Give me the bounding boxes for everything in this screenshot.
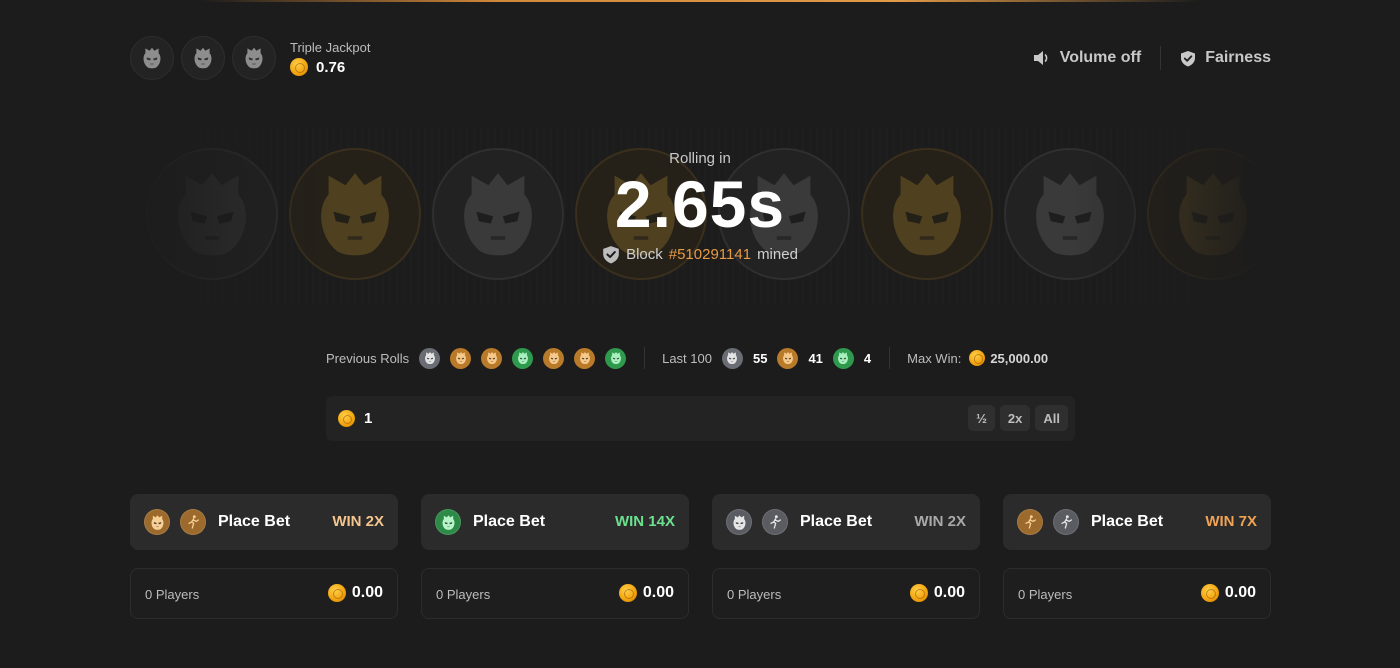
coin-icon [338, 410, 355, 427]
block-status: Block #510291141 mined [500, 245, 900, 264]
place-bet-green-button[interactable]: Place Bet WIN 14X [421, 494, 689, 550]
place-bet-label: Place Bet [218, 513, 291, 530]
last100-gray-icon [721, 347, 743, 369]
header-divider [1160, 46, 1162, 70]
roll-timer: 2.65s [614, 167, 786, 241]
terrorist-icon [1017, 509, 1043, 535]
half-bet-button[interactable]: ½ [968, 405, 995, 431]
place-bet-label: Place Bet [473, 513, 546, 530]
previous-roll-gray-icon [419, 347, 441, 369]
jackpot-mask-icon [181, 36, 225, 80]
jackpot-amount: 0.76 [290, 58, 345, 76]
bet-players-panel: 0 Players 0.00 [1003, 568, 1271, 619]
coin-icon [909, 584, 928, 602]
bet-amount-modifiers: ½ 2x All [968, 405, 1068, 431]
bet-total: 0.00 [1200, 584, 1256, 602]
counter-terrorist-icon [1053, 509, 1079, 535]
coin-icon [1200, 584, 1219, 602]
fairness-label: Fairness [1205, 49, 1271, 66]
terrorist-icon [180, 509, 206, 535]
bet-column-gold: Place Bet WIN 2X 0 Players 0.00 [130, 494, 398, 619]
place-bet-bait-button[interactable]: Place Bet WIN 7X [1003, 494, 1271, 550]
players-count: 0 Players [436, 587, 491, 602]
bet-players-panel: 0 Players 0.00 [421, 568, 689, 619]
previous-roll-gold-icon [450, 347, 472, 369]
bet-amount-field: ½ 2x All [326, 396, 1075, 441]
bet-players-panel: 0 Players 0.00 [712, 568, 980, 619]
previous-roll-gold-icon [543, 347, 565, 369]
place-bet-gold-button[interactable]: Place Bet WIN 2X [130, 494, 398, 550]
fairness-button[interactable]: Fairness [1180, 49, 1271, 67]
last100-gold-icon [777, 347, 799, 369]
bet-column-bait: Place Bet WIN 7X 0 Players 0.00 [1003, 494, 1271, 619]
coin-icon [969, 350, 986, 366]
top-accent-line [200, 0, 1200, 2]
stats-divider [644, 347, 646, 369]
stats-divider [889, 347, 891, 369]
roll-fade-right [1071, 126, 1271, 306]
players-count: 0 Players [727, 587, 782, 602]
previous-roll-gold-icon [574, 347, 596, 369]
previous-roll-green-icon [512, 347, 534, 369]
bet-total-value: 0.00 [351, 584, 383, 601]
speaker-icon [1033, 51, 1048, 65]
jackpot-mask-icon [130, 36, 174, 80]
jackpot-mask-icon [232, 36, 276, 80]
jackpot-amount-value: 0.76 [316, 58, 346, 76]
bet-total-value: 0.00 [1224, 584, 1256, 601]
bet-total: 0.00 [909, 584, 965, 602]
all-bet-button[interactable]: All [1035, 405, 1068, 431]
page-header: Triple Jackpot 0.76 Volume off Fairness [130, 36, 1271, 80]
header-actions: Volume off Fairness [1033, 46, 1271, 70]
last100-label: Last 100 [662, 350, 712, 366]
place-bet-label: Place Bet [800, 513, 873, 530]
rolling-label: Rolling in [669, 150, 731, 167]
previous-roll-green-icon [605, 347, 627, 369]
gray-mask-icon [726, 509, 752, 535]
volume-label: Volume off [1059, 49, 1142, 66]
counter-terrorist-icon [762, 509, 788, 535]
win-multiplier: WIN 2X [914, 513, 966, 530]
bet-column-green: Place Bet WIN 14X 0 Players 0.00 [421, 494, 689, 619]
maxwin-label: Max Win: [907, 350, 962, 366]
place-bet-label: Place Bet [1091, 513, 1164, 530]
coin-icon [618, 584, 637, 602]
block-prefix: Block [626, 246, 663, 263]
bet-total: 0.00 [327, 584, 383, 602]
double-bet-button[interactable]: 2x [999, 405, 1031, 431]
shield-check-icon [603, 246, 619, 264]
volume-button[interactable]: Volume off [1033, 49, 1141, 67]
last100-green-icon [832, 347, 854, 369]
win-multiplier: WIN 14X [614, 513, 675, 530]
players-count: 0 Players [1018, 587, 1073, 602]
last100-gold-count: 41 [808, 350, 823, 366]
bet-total: 0.00 [618, 584, 674, 602]
previous-rolls-label: Previous Rolls [326, 350, 410, 366]
win-multiplier: WIN 2X [332, 513, 384, 530]
bet-column-gray: Place Bet WIN 2X 0 Players 0.00 [712, 494, 980, 619]
bet-amount-input[interactable] [364, 406, 864, 431]
green-mask-icon [435, 509, 461, 535]
bet-total-value: 0.00 [642, 584, 674, 601]
block-number[interactable]: #510291141 [669, 246, 751, 263]
jackpot-title: Triple Jackpot [290, 40, 371, 55]
last100-gray-count: 55 [752, 350, 768, 366]
shield-check-icon [1181, 50, 1196, 66]
players-count: 0 Players [145, 587, 200, 602]
coin-icon [290, 58, 308, 76]
gold-mask-icon [144, 509, 170, 535]
roll-fade-left [130, 126, 330, 306]
bet-total-value: 0.00 [933, 584, 965, 601]
win-multiplier: WIN 7X [1205, 513, 1257, 530]
previous-roll-gold-icon [481, 347, 503, 369]
maxwin-value: 25,000.00 [990, 350, 1049, 366]
countdown: Rolling in 2.65s Block #510291141 mined [500, 150, 900, 264]
bet-players-panel: 0 Players 0.00 [130, 568, 398, 619]
place-bet-gray-button[interactable]: Place Bet WIN 2X [712, 494, 980, 550]
last100-green-count: 4 [863, 350, 872, 366]
block-suffix: mined [757, 246, 798, 263]
stats-row: Previous Rolls Last 100 55 41 4 Max Win:… [326, 346, 1048, 370]
coin-icon [327, 584, 346, 602]
